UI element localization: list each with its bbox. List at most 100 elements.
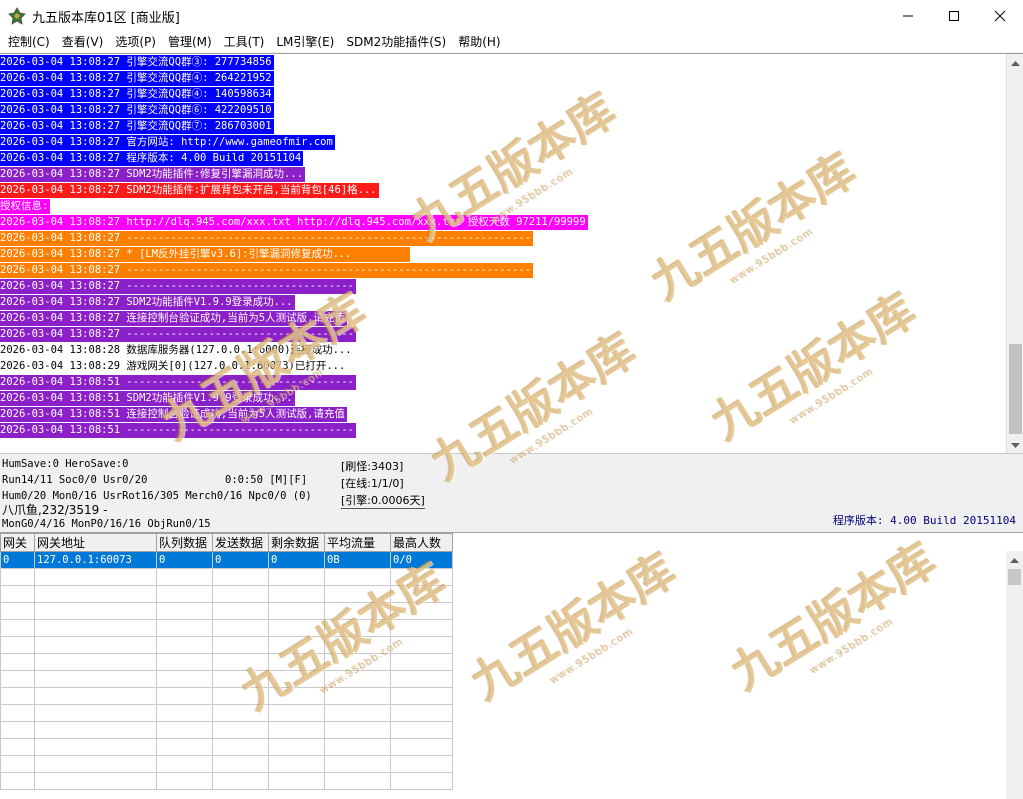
- status-version: 程序版本: 4.00 Build 20151104: [832, 514, 1016, 527]
- log-scroll-thumb[interactable]: [1009, 344, 1022, 434]
- table-cell: [212, 653, 269, 671]
- table-cell: [156, 568, 213, 586]
- scroll-up-arrow-icon[interactable]: [1007, 54, 1023, 71]
- log-line: 2026-03-04 13:08:27 --------------------…: [0, 326, 1004, 342]
- maximize-button[interactable]: [931, 0, 977, 32]
- table-cell: [156, 721, 213, 739]
- table-cell: [268, 568, 325, 586]
- table-cell: [390, 568, 453, 586]
- table-cell: [324, 687, 391, 705]
- column-header-avg-traffic[interactable]: 平均流量: [324, 533, 391, 552]
- table-row-empty[interactable]: [0, 704, 453, 722]
- menu-help[interactable]: 帮助(H): [452, 32, 506, 52]
- table-cell: [324, 704, 391, 722]
- table-row-empty[interactable]: [0, 772, 453, 790]
- title-bar: 九五版本库01区 [商业版]: [0, 0, 1023, 32]
- log-line: 2026-03-04 13:08:51 连接控制台验证成功,当前为5人测试版,请…: [0, 406, 1004, 422]
- maximize-icon: [949, 11, 959, 21]
- log-line: 2026-03-04 13:08:51 --------------------…: [0, 374, 1004, 390]
- menu-sdm2-plugin[interactable]: SDM2功能插件(S): [340, 32, 452, 52]
- log-line: 2026-03-04 13:08:27 引擎交流QQ群④: 264221952: [0, 70, 1004, 86]
- table-cell: [212, 772, 269, 790]
- log-line-text: 2026-03-04 13:08:27 --------------------…: [0, 263, 534, 278]
- table-cell: [34, 721, 157, 739]
- table-cell: [324, 653, 391, 671]
- log-line: 2026-03-04 13:08:29 游戏网关[0](127.0.0.1:60…: [0, 358, 1004, 374]
- table-row-empty[interactable]: [0, 619, 453, 637]
- status-run: Run14/11 Soc0/0 Usr0/20: [2, 474, 148, 486]
- log-line: 2026-03-04 13:08:27 http://dlq.945.com/x…: [0, 214, 1004, 230]
- table-cell: [390, 585, 453, 603]
- table-row[interactable]: 0 127.0.0.1:60073 0 0 0 0B 0/0: [0, 551, 453, 569]
- log-line: 2026-03-04 13:08:27 引擎交流QQ群⑥: 422209510: [0, 102, 1004, 118]
- column-header-address[interactable]: 网关地址: [34, 533, 157, 552]
- table-cell: 0: [0, 551, 35, 569]
- table-row-empty[interactable]: [0, 755, 453, 773]
- table-cell: [156, 704, 213, 722]
- column-header-gateway[interactable]: 网关: [0, 533, 35, 552]
- scroll-down-arrow-icon[interactable]: [1007, 437, 1023, 453]
- menu-control[interactable]: 控制(C): [2, 32, 56, 52]
- menu-tools[interactable]: 工具(T): [218, 32, 271, 52]
- column-header-queue[interactable]: 队列数据: [156, 533, 213, 552]
- table-cell: [0, 619, 35, 637]
- close-icon: [994, 10, 1006, 22]
- log-line-text: 2026-03-04 13:08:27 引擎交流QQ群⑦: 286703001: [0, 119, 274, 134]
- log-line: 2026-03-04 13:08:27 --------------------…: [0, 278, 1004, 294]
- log-panel[interactable]: 2026-03-04 13:08:27 引擎交流QQ群③: 277734856 2…: [0, 53, 1023, 453]
- table-cell: [156, 653, 213, 671]
- table-cell: [324, 670, 391, 688]
- grid-scroll-up-arrow-icon[interactable]: [1006, 551, 1023, 568]
- table-row-empty[interactable]: [0, 738, 453, 756]
- table-row-empty[interactable]: [0, 670, 453, 688]
- minimize-button[interactable]: [885, 0, 931, 32]
- table-cell: [212, 568, 269, 586]
- log-line-text: 2026-03-04 13:08:27 --------------------…: [0, 279, 357, 294]
- close-button[interactable]: [977, 0, 1023, 32]
- log-line-text: 2026-03-04 13:08:27 引擎交流QQ群③: 277734856: [0, 55, 274, 70]
- table-cell: [0, 772, 35, 790]
- table-cell: [156, 585, 213, 603]
- log-line-text: 2026-03-04 13:08:27 程序版本: 4.00 Build 201…: [0, 151, 304, 166]
- table-cell: [34, 636, 157, 654]
- table-cell: [390, 619, 453, 637]
- column-header-max-users[interactable]: 最高人数: [390, 533, 453, 552]
- table-cell: [268, 653, 325, 671]
- log-line: 2026-03-04 13:08:27 --------------------…: [0, 262, 1004, 278]
- menu-lm-engine[interactable]: LM引擎(E): [270, 32, 340, 52]
- log-line: 2026-03-04 13:08:27 程序版本: 4.00 Build 201…: [0, 150, 1004, 166]
- table-cell: [0, 704, 35, 722]
- log-list: 2026-03-04 13:08:27 引擎交流QQ群③: 277734856 2…: [0, 54, 1004, 438]
- table-row-empty[interactable]: [0, 636, 453, 654]
- table-row-empty[interactable]: [0, 585, 453, 603]
- table-row-empty[interactable]: [0, 687, 453, 705]
- table-cell: [324, 619, 391, 637]
- table-cell: [268, 704, 325, 722]
- table-cell: [156, 687, 213, 705]
- table-cell: [34, 704, 157, 722]
- grid-scroll-thumb[interactable]: [1008, 569, 1021, 585]
- column-header-remaining[interactable]: 剩余数据: [268, 533, 325, 552]
- log-line-text: 2026-03-04 13:08:27 --------------------…: [0, 231, 534, 246]
- table-cell: [212, 636, 269, 654]
- table-row-empty[interactable]: [0, 568, 453, 586]
- table-cell: [34, 619, 157, 637]
- app-icon: [8, 7, 26, 25]
- grid-scrollbar[interactable]: [1006, 551, 1023, 799]
- table-cell: [324, 636, 391, 654]
- log-line: 2026-03-04 13:08:27 SDM2功能插件V1.9.9登录成功..…: [0, 294, 1004, 310]
- table-cell: [390, 670, 453, 688]
- table-cell: [0, 585, 35, 603]
- table-cell: [390, 636, 453, 654]
- table-cell: [390, 772, 453, 790]
- column-header-sent[interactable]: 发送数据: [212, 533, 269, 552]
- table-row-empty[interactable]: [0, 721, 453, 739]
- log-line-text: 2026-03-04 13:08:51 --------------------…: [0, 375, 357, 390]
- table-row-empty[interactable]: [0, 602, 453, 620]
- log-scrollbar[interactable]: [1006, 54, 1023, 453]
- table-cell: [212, 721, 269, 739]
- menu-view[interactable]: 查看(V): [56, 32, 110, 52]
- menu-options[interactable]: 选项(P): [109, 32, 162, 52]
- menu-manage[interactable]: 管理(M): [162, 32, 218, 52]
- table-row-empty[interactable]: [0, 653, 453, 671]
